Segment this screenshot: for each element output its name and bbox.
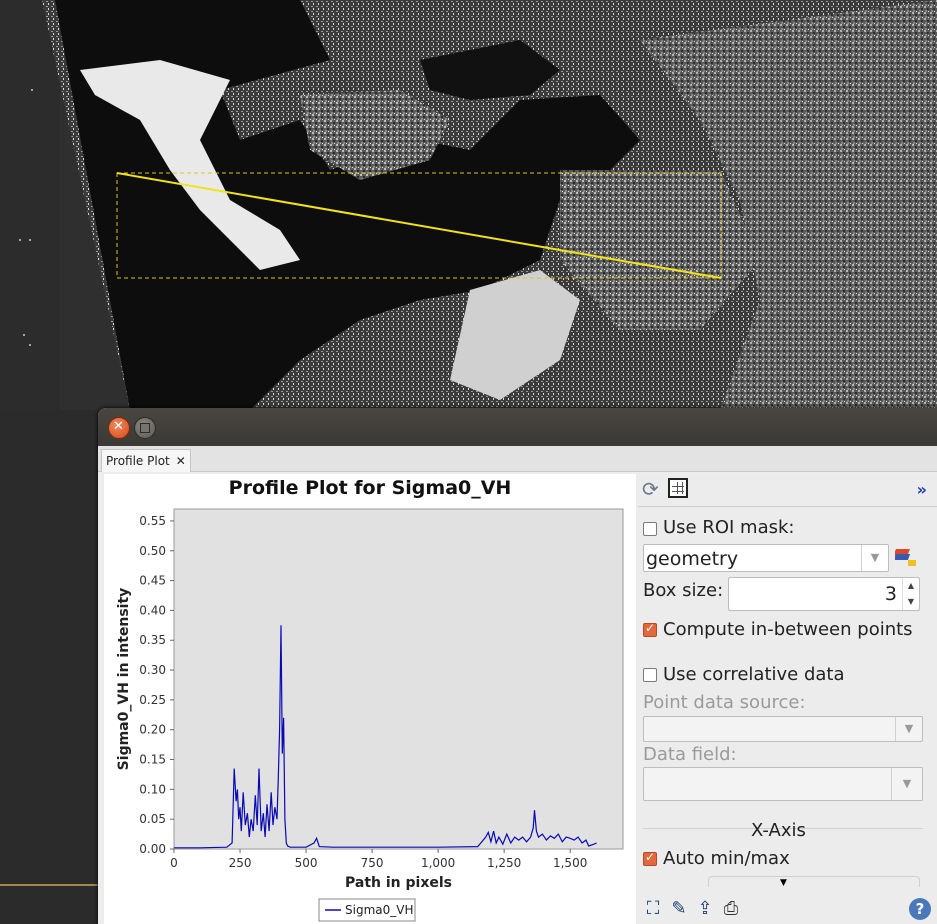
x-axis-label: Path in pixels [345, 875, 452, 891]
y-tick-label: 0.30 [139, 663, 166, 677]
close-window-button[interactable] [108, 417, 130, 439]
compute-between-checkbox[interactable] [643, 621, 657, 637]
chevron-down-icon: ▼ [891, 768, 922, 800]
y-tick-label: 0.25 [139, 693, 166, 707]
noise-dot [29, 344, 31, 346]
x-tick-label: 750 [361, 856, 384, 870]
options-footer: ⛶ ✎ ⇪ ⎙ ? [638, 892, 937, 924]
compute-between-label: Compute in-between points [663, 619, 913, 640]
x-tick-label: 0 [170, 856, 178, 870]
roi-tool-icon-graphic [892, 549, 916, 566]
sar-image-view[interactable] [0, 0, 937, 410]
y-tick-label: 0.40 [139, 603, 166, 617]
window-titlebar[interactable] [98, 408, 937, 446]
scroll-down-icon[interactable]: ▼ [780, 878, 787, 888]
roi-mask-select[interactable]: geometry ▼ [643, 544, 889, 572]
noise-dot [19, 239, 21, 241]
tab-profile-plot[interactable]: Profile Plot ✕ [101, 449, 191, 472]
use-correlative-label: Use correlative data [663, 664, 845, 685]
x-tick-label: 1,000 [421, 856, 455, 870]
use-correlative-checkbox[interactable] [643, 668, 657, 682]
chart-title: Profile Plot for Sigma0_VH [229, 477, 512, 499]
data-field-select[interactable]: ▼ [643, 767, 923, 801]
chevron-down-icon: ▼ [895, 717, 922, 741]
tab-bar: Profile Plot ✕ [98, 446, 937, 472]
x-tick-label: 500 [295, 856, 318, 870]
export-icon[interactable]: ⇪ [694, 898, 716, 920]
x-tick-label: 1,250 [487, 856, 521, 870]
roi-mask-value: geometry [646, 548, 739, 570]
y-tick-label: 0.35 [139, 633, 166, 647]
plot-area [173, 508, 624, 850]
tab-label: Profile Plot [106, 454, 170, 468]
data-field-label: Data field: [643, 744, 737, 765]
legend-label: Sigma0_VH [345, 903, 413, 917]
profile-plot-window: Profile Plot ✕ Profile Plot for Sigma0_VH… [98, 408, 937, 924]
print-icon[interactable]: ⎙ [720, 898, 742, 920]
x-tick-label: 250 [229, 856, 252, 870]
edit-icon[interactable]: ✎ [668, 898, 690, 920]
spinner-arrows-icon[interactable]: ▲ ▼ [902, 578, 919, 610]
y-tick-label: 0.05 [139, 812, 166, 826]
y-tick-label: 0.45 [139, 574, 166, 588]
box-size-spinner[interactable]: 3 ▲ ▼ [728, 577, 920, 611]
point-data-source-label: Point data source: [643, 692, 806, 713]
x-axis-header: X-Axis [751, 820, 806, 841]
table-icon[interactable] [668, 478, 688, 498]
y-tick-label: 0.00 [139, 842, 166, 856]
y-tick-label: 0.50 [139, 544, 166, 558]
collapsed-field [708, 876, 920, 887]
box-size-label: Box size: [643, 580, 724, 601]
y-tick-label: 0.55 [139, 514, 166, 528]
restore-window-button[interactable] [134, 417, 156, 439]
use-roi-mask-checkbox[interactable] [643, 522, 657, 536]
box-size-value: 3 [884, 583, 897, 605]
divider [638, 506, 937, 507]
help-icon[interactable]: ? [909, 898, 931, 920]
point-data-source-select[interactable]: ▼ [643, 716, 923, 742]
auto-minmax-label: Auto min/max [663, 848, 790, 869]
roi-tool-icon[interactable] [892, 546, 917, 568]
refresh-icon[interactable]: ⟳ [642, 478, 664, 500]
auto-minmax-checkbox[interactable] [643, 850, 657, 866]
expand-icon[interactable]: » [917, 480, 927, 499]
y-axis-label: Sigma0_VH in intensity [116, 588, 132, 771]
noise-dot [31, 89, 33, 91]
chevron-down-icon: ▼ [861, 545, 888, 571]
noise-dot [29, 239, 31, 241]
profile-chart[interactable]: Profile Plot for Sigma0_VH 0.00 0.05 0.10 0.… [104, 474, 636, 924]
y-tick-label: 0.20 [139, 723, 166, 737]
y-tick-label: 0.15 [139, 753, 166, 767]
tab-close-icon[interactable]: ✕ [176, 454, 186, 468]
y-tick-label: 0.10 [139, 782, 166, 796]
noise-dot [23, 334, 25, 336]
chart-panel: Profile Plot for Sigma0_VH 0.00 0.05 0.10 0.… [104, 474, 636, 924]
x-tick-label: 1,500 [553, 856, 587, 870]
zoom-all-icon[interactable]: ⛶ [642, 898, 664, 920]
divider [0, 884, 100, 886]
options-toolbar: ⟳ » [638, 474, 937, 504]
options-panel: ⟳ » Use ROI mask: geometry ▼ Box size: 3… [638, 474, 937, 924]
use-roi-mask-label: Use ROI mask: [663, 517, 795, 538]
